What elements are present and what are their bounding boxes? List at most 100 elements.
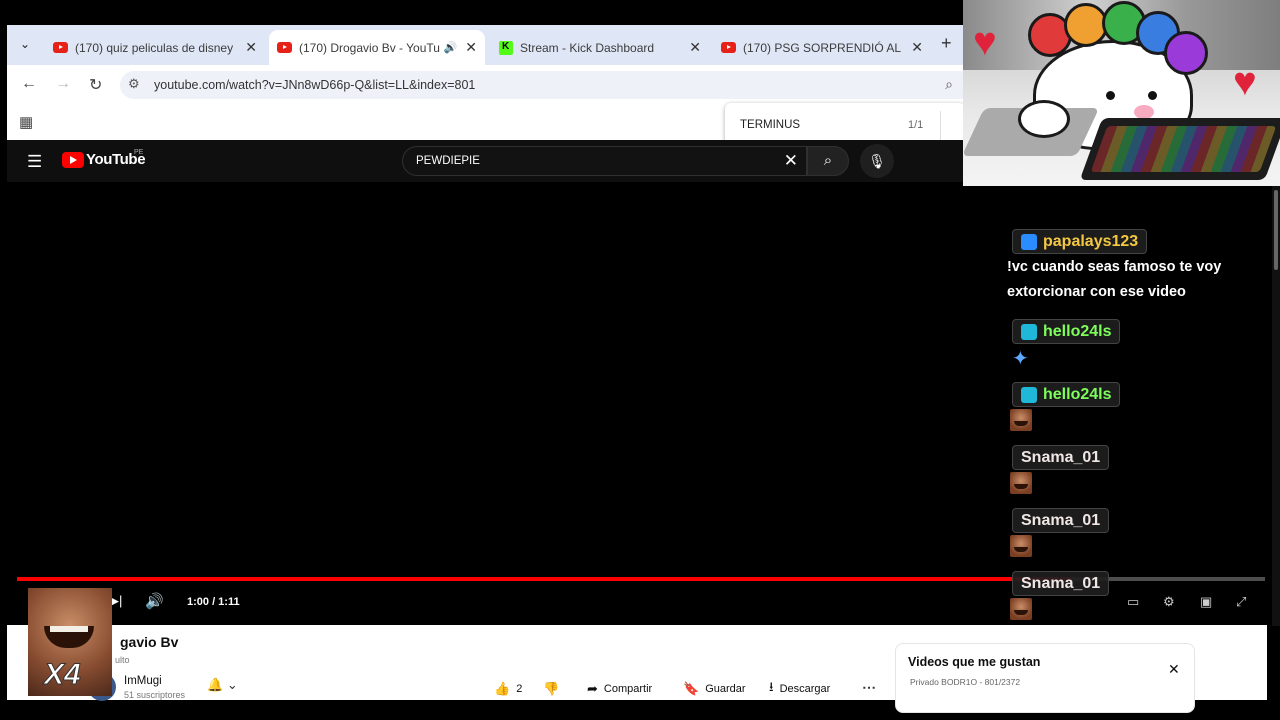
find-match-count: 1/1 [908,119,924,131]
tab-drogavio[interactable]: (170) Drogavio Bv - YouTub 🔊 ✕ [269,30,485,65]
new-tab-plus-icon[interactable]: + [941,33,952,54]
country-code: PE [134,149,144,156]
apps-grid-icon[interactable]: ▦ [19,113,33,131]
kick-emote-icon: ✦ [1012,348,1029,370]
laughing-emote-icon [1010,535,1032,557]
save-label: Guardar [705,683,746,695]
clear-search-icon[interactable]: ✕ [784,151,798,171]
badge-icon [1021,323,1037,340]
meme-multiplier: X4 [44,658,82,692]
dislike-button[interactable]: 👎 [543,677,565,701]
like-button[interactable]: 👍 2 [494,677,522,701]
search-input[interactable]: PEWDIEPIE ✕ [402,146,807,176]
chat-message: !vc cuando seas famoso te voy extorciona… [1007,259,1222,300]
tab-quiz-peliculas[interactable]: (170) quiz peliculas de disney - ✕ [45,30,265,65]
badge-icon [1021,233,1037,250]
chevron-down-icon: ⌄ [226,677,238,692]
like-count: 2 [516,683,523,695]
chat-user-text: Snama_01 [1021,511,1101,529]
search-button[interactable]: ⌕ [807,146,849,176]
save-button[interactable]: 🔖 Guardar [683,677,746,701]
tab-title: (170) PSG SORPRENDIÓ AL BAR [743,40,903,55]
chat-user-text: Snama_01 [1021,574,1101,592]
playlist-subtitle: Privado BODR1O - 801/2372 [910,677,1021,687]
back-arrow-icon[interactable]: ← [21,75,37,93]
chat-user-text: hello24ls [1043,385,1112,403]
speaker-icon[interactable]: 🔊 [444,41,458,54]
youtube-icon [277,42,292,53]
download-label: Descargar [779,683,831,695]
streamer-cam-overlay: ♥ ♥ [963,0,1280,186]
share-arrow-icon: ➦ [587,681,598,696]
zoom-icon[interactable]: ⌕ [945,76,953,93]
youtube-header: ☰ YouTube PE PEWDIEPIE ✕ ⌕ 🎙 [7,140,963,182]
more-options-icon[interactable]: ⋯ [862,679,876,696]
cat-eye [1106,91,1115,100]
chat-username: Snama_01 [1012,571,1110,596]
search-icon: ⌕ [823,152,833,169]
notifications-button[interactable]: 🔔 ⌄ [207,677,257,699]
progress-fill [17,577,1072,581]
fullscreen-icon[interactable]: ⤢ [1236,594,1246,610]
time-display: 1:00 / 1:11 [187,596,240,608]
page-scrollbar[interactable] [1272,186,1280,626]
playlist-panel: Videos que me gustan Privado BODR1O - 80… [895,643,1195,713]
url-text[interactable]: youtube.com/watch?v=JNn8wD66p-Q&list=LL&… [154,78,475,92]
tab-psg[interactable]: (170) PSG SORPRENDIÓ AL BAR ✕ [713,30,931,65]
chat-username: Snama_01 [1012,508,1110,533]
meme-emote-overlay: X4 [28,588,112,696]
search-value[interactable]: PEWDIEPIE [416,155,480,167]
tab-kick-dashboard[interactable]: Stream - Kick Dashboard ✕ [491,30,709,65]
tab-search-chevron-icon[interactable]: ⌄ [15,37,35,53]
site-settings-icon[interactable]: ⚙ [128,76,140,92]
tab-title: (170) Drogavio Bv - YouTub [299,40,440,55]
laughing-emote-icon [1010,409,1032,431]
voice-search-button[interactable]: 🎙 [860,144,894,178]
heart-icon: ♥ [973,20,997,64]
screen: ⌄ (170) quiz peliculas de disney - ✕ (17… [0,0,1280,720]
meme-teeth [50,626,88,632]
share-button[interactable]: ➦ Compartir [587,677,652,701]
address-bar[interactable]: ⚙ youtube.com/watch?v=JNn8wD66p-Q&list=L… [120,71,963,99]
chat-user-text: hello24ls [1043,322,1112,340]
youtube-icon [721,42,736,53]
chat-username: papalays123 [1012,229,1148,254]
keyboard-glow [1090,126,1277,172]
close-icon[interactable]: ✕ [465,39,477,56]
cat-paw [1018,100,1070,138]
hair-puff [1164,31,1208,75]
badge-icon [1021,386,1037,403]
forward-arrow-icon[interactable]: → [55,75,71,93]
settings-gear-icon[interactable]: ⚙ [1163,594,1175,610]
divider [940,111,941,141]
close-icon[interactable]: ✕ [689,39,701,56]
chat-user-text: Snama_01 [1021,448,1101,466]
chat-username: hello24ls [1012,382,1121,407]
find-input[interactable]: TERMINUS [740,119,800,131]
thumbs-down-icon: 👎 [543,681,560,696]
bell-icon: 🔔 [207,677,224,692]
close-icon[interactable]: ✕ [911,39,923,56]
laughing-emote-icon [1010,472,1032,494]
playlist-title[interactable]: Videos que me gustan [908,655,1040,669]
rgb-keyboard [1079,118,1280,180]
close-icon[interactable]: ✕ [1168,661,1180,678]
volume-icon[interactable]: 🔊 [145,592,164,610]
channel-name[interactable]: ImMugi [124,675,162,687]
tab-title: Stream - Kick Dashboard [520,40,655,55]
reload-icon[interactable]: ↻ [89,75,102,95]
scrollbar-thumb[interactable] [1274,190,1278,270]
tab-title: (170) quiz peliculas de disney - [75,40,238,55]
youtube-icon [53,42,68,53]
close-icon[interactable]: ✕ [245,39,257,56]
youtube-logo-icon[interactable] [62,152,84,168]
menu-icon[interactable]: ☰ [27,152,42,172]
chat-user-text: papalays123 [1043,232,1139,250]
theater-mode-icon[interactable]: ▣ [1200,594,1212,610]
subtitles-icon[interactable]: ▭ [1127,594,1139,610]
video-title: gavio Bv [120,634,179,650]
video-tag: ulto [115,655,130,665]
download-button[interactable]: ⭳ Descargar [769,677,830,701]
microphone-icon: 🎙 [868,153,886,169]
thumbs-up-icon: 👍 [494,681,511,696]
